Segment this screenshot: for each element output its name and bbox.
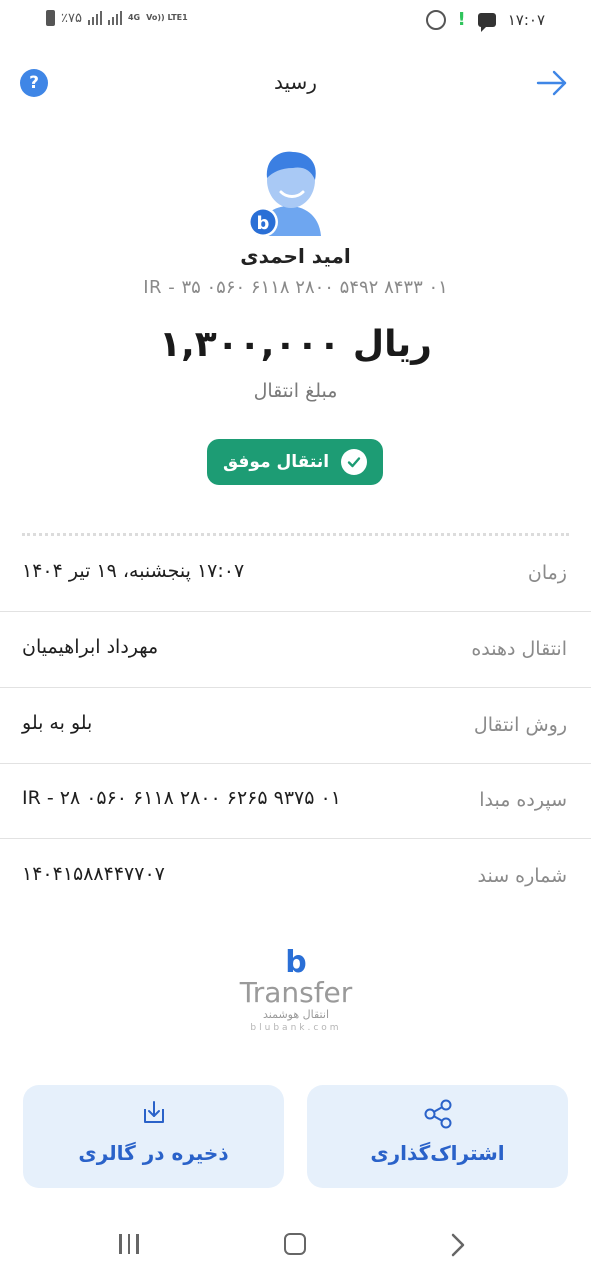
btransfer-logo: bTransfer انتقال هوشمند blubank.com <box>232 945 360 1034</box>
detail-row-sender: انتقال دهنده مهرداد ابراهیمیان <box>0 612 591 688</box>
recipient-iban: IR - ۳۵ ۰۵۶۰ ۶۱۱۸ ۲۸۰۰ ۵۴۹۲ ۸۴۳۳ ۰۱ <box>143 277 448 298</box>
detail-value: بلو به بلو <box>22 712 93 734</box>
volte-indicator: Vo)) LTE1 <box>146 13 188 22</box>
detail-value: ۱۴۰۴۱۵۸۸۴۴۷۷۰۷ <box>22 863 165 885</box>
detail-value: ۱۷:۰۷ پنجشنبه، ۱۹ تیر ۱۴۰۴ <box>22 560 245 582</box>
brand-word: Transfer <box>239 976 353 1009</box>
amount-label: مبلغ انتقال <box>253 380 338 402</box>
download-icon <box>23 1099 284 1129</box>
status-left: ٪۷۵ 4G Vo)) LTE1 <box>46 10 188 26</box>
detail-label: زمان <box>527 562 567 584</box>
message-icon <box>477 12 496 32</box>
status-bar: ٪۷۵ 4G Vo)) LTE1 ! ۱۷:۰۷ <box>0 0 591 44</box>
page-title: رسید <box>274 70 317 94</box>
brand-subtitle: انتقال هوشمند <box>263 1008 329 1021</box>
alert-icon: ! <box>457 9 466 30</box>
app-header: ? رسید <box>0 56 591 112</box>
detail-label: سپرده مبدا <box>479 789 567 811</box>
detail-row-source-account: سپرده مبدا IR - ۲۸ ۰۵۶۰ ۶۱۱۸ ۲۸۰۰ ۶۲۶۵ ۹… <box>0 763 591 839</box>
recipient-avatar: b <box>248 151 321 237</box>
transfer-amount: ۱,۳۰۰,۰۰۰ ریال <box>159 324 432 365</box>
nav-back-button[interactable] <box>450 1232 466 1258</box>
recipient-name: امید احمدی <box>240 244 351 268</box>
sync-icon <box>425 9 446 30</box>
share-button-label: اشتراک‌گذاری <box>370 1141 505 1165</box>
detail-label: روش انتقال <box>473 714 567 736</box>
bank-badge-letter: b <box>257 213 270 234</box>
check-icon <box>341 449 368 475</box>
detail-value: IR - ۲۸ ۰۵۶۰ ۶۱۱۸ ۲۸۰۰ ۶۲۶۵ ۹۳۷۵ ۰۱ <box>22 787 341 809</box>
brand-mark: b <box>285 945 307 980</box>
share-button[interactable]: اشتراک‌گذاری <box>307 1085 568 1188</box>
battery-percent: ٪۷۵ <box>61 10 82 26</box>
status-text: انتقال موفق <box>222 452 330 472</box>
signal-icon-2 <box>107 11 122 25</box>
status-badge: انتقال موفق <box>207 439 383 485</box>
network-type: 4G <box>127 13 141 22</box>
battery-icon <box>46 10 55 26</box>
save-button-label: ذخیره در گالری <box>78 1141 229 1165</box>
system-nav-bar <box>0 1220 591 1270</box>
detail-label: انتقال دهنده <box>471 638 567 660</box>
chevron-right-icon <box>451 1233 465 1257</box>
share-icon <box>307 1099 568 1129</box>
detail-row-method: روش انتقال بلو به بلو <box>0 688 591 764</box>
detail-row-time: زمان ۱۷:۰۷ پنجشنبه، ۱۹ تیر ۱۴۰۴ <box>0 536 591 612</box>
back-button[interactable] <box>535 68 569 98</box>
detail-row-document-number: شماره سند ۱۴۰۴۱۵۸۸۴۴۷۷۰۷ <box>0 839 591 915</box>
detail-label: شماره سند <box>477 865 568 887</box>
signal-icon <box>87 11 102 25</box>
recent-apps-button[interactable] <box>119 1234 139 1254</box>
brand-url: blubank.com <box>250 1023 342 1033</box>
home-button[interactable] <box>284 1233 306 1255</box>
detail-value: مهرداد ابراهیمیان <box>22 636 159 658</box>
save-to-gallery-button[interactable]: ذخیره در گالری <box>23 1085 284 1188</box>
arrow-right-icon <box>536 70 567 96</box>
status-right: ! ۱۷:۰۷ <box>425 9 545 32</box>
clock: ۱۷:۰۷ <box>507 10 545 29</box>
